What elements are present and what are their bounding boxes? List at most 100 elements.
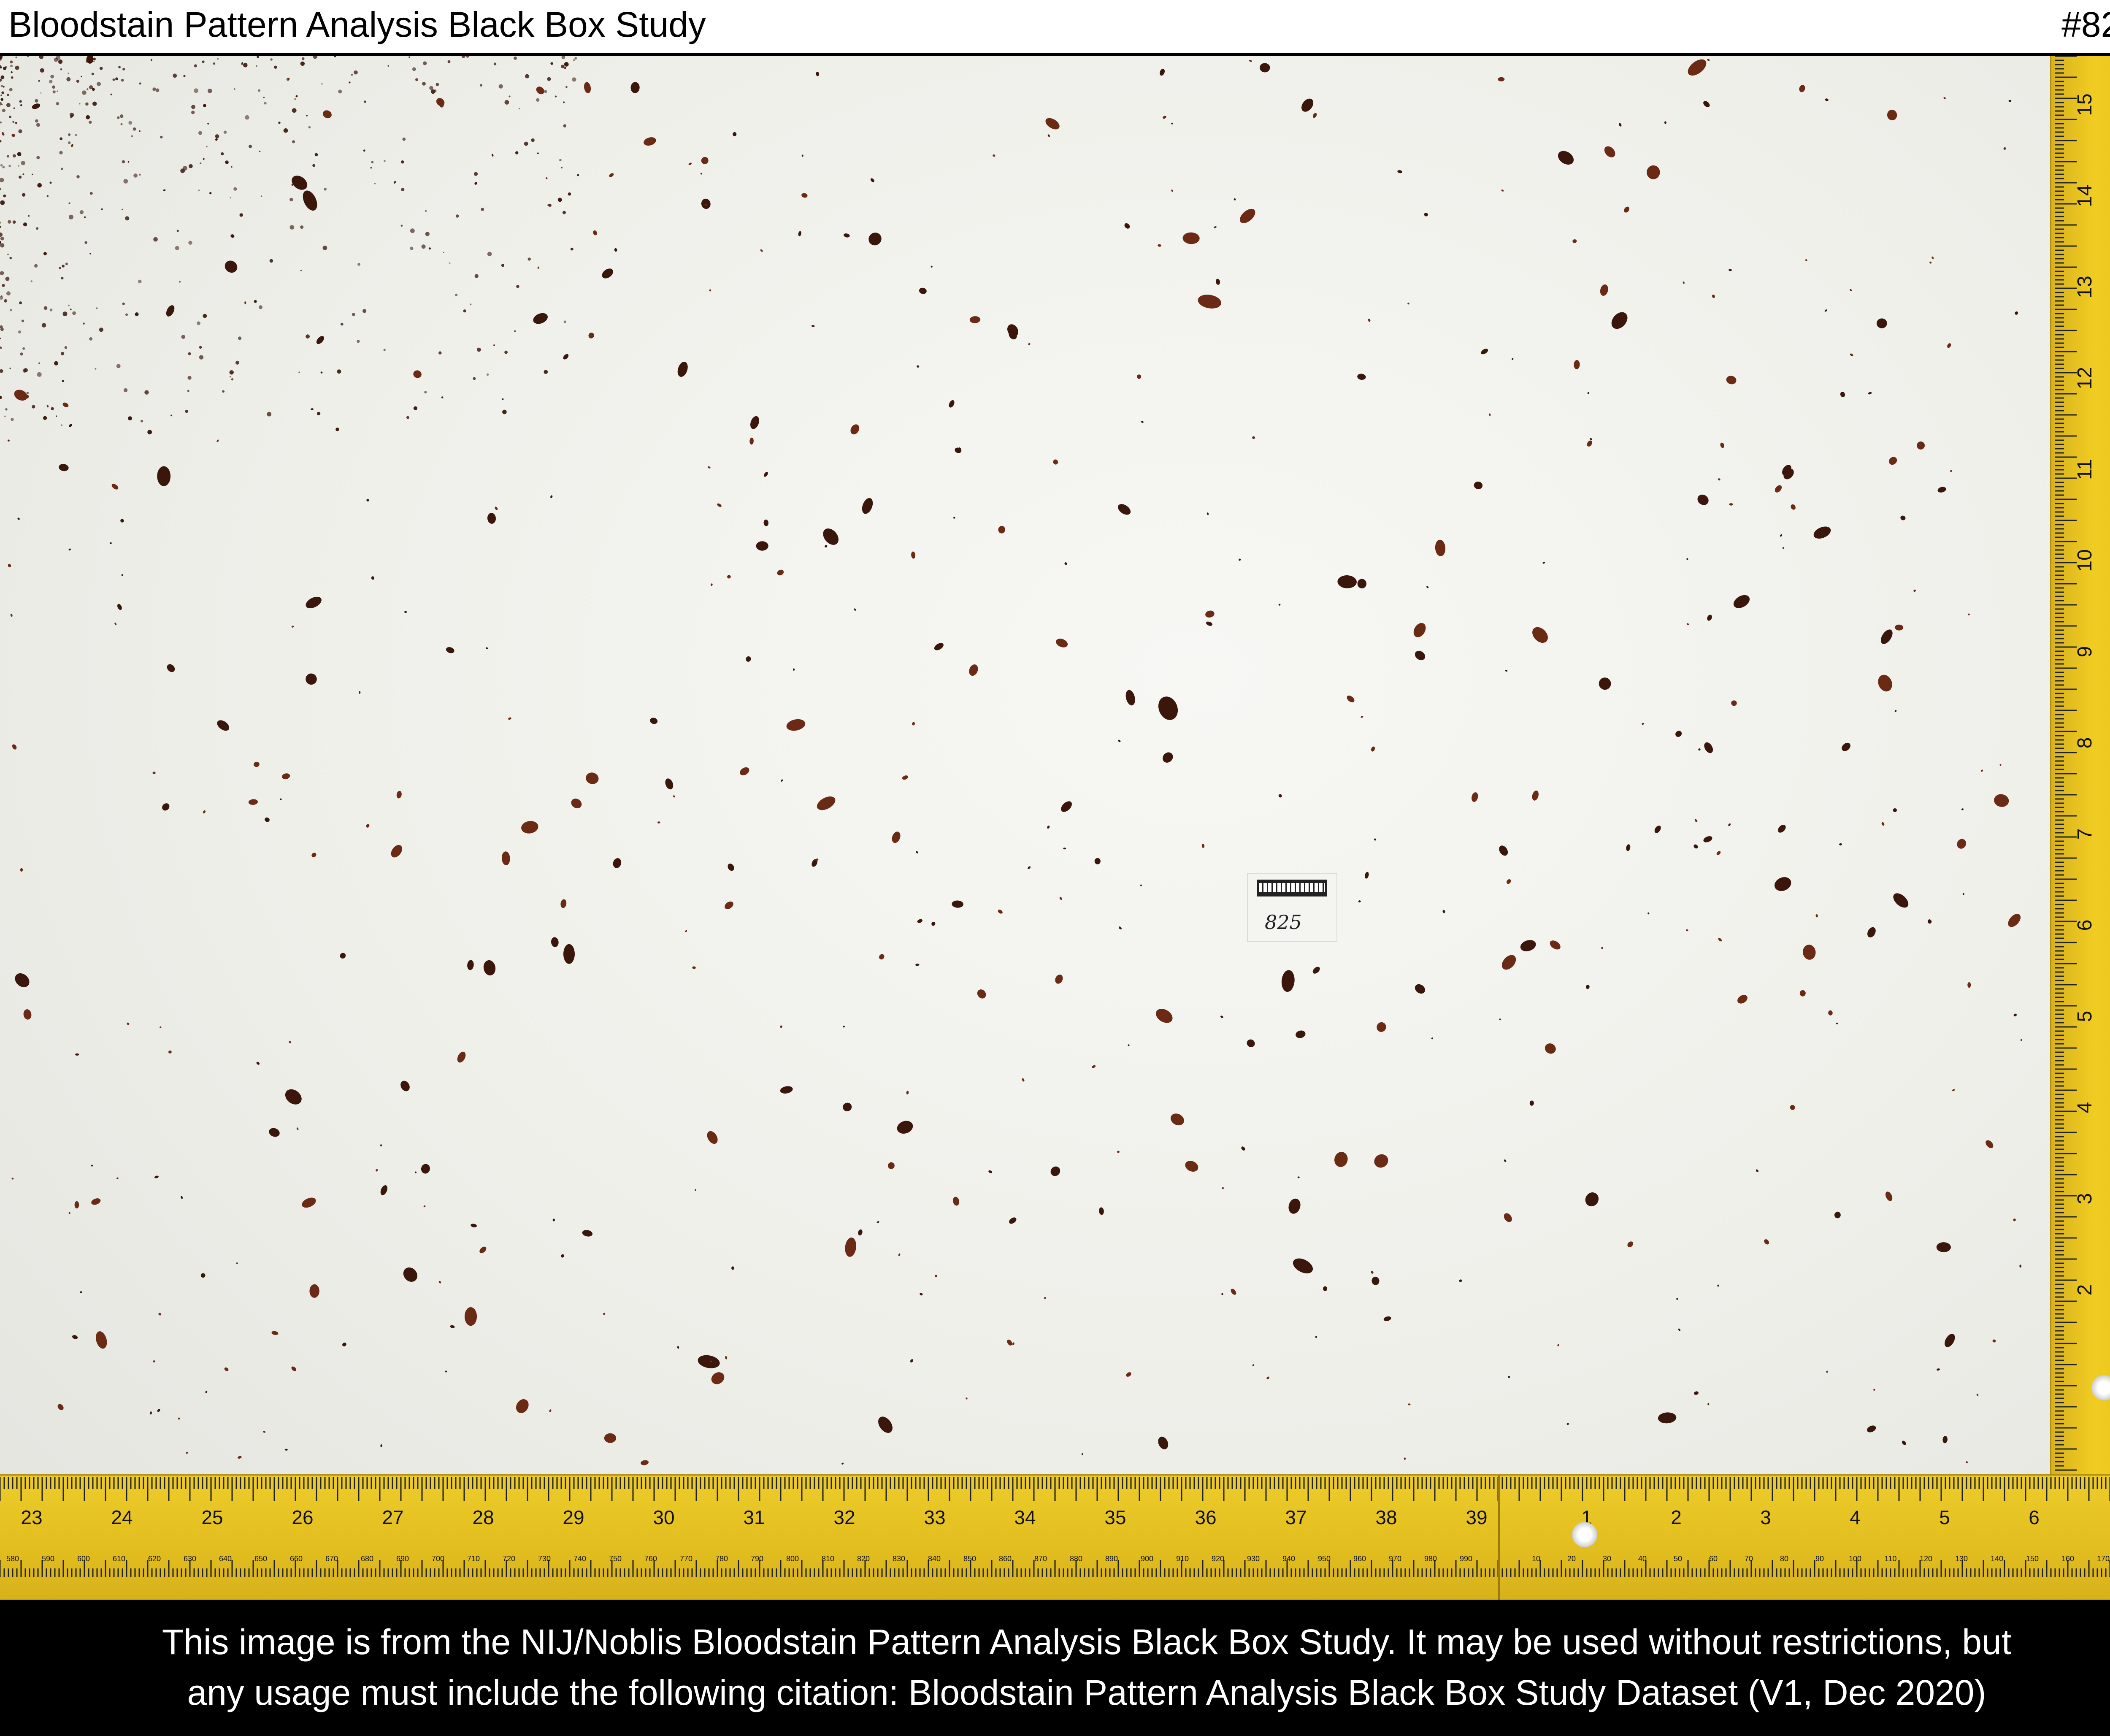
ruler-cm-label: 960 xyxy=(1353,1555,1366,1563)
ruler-cm-label: 600 xyxy=(77,1555,90,1563)
scale-card-label: 825 xyxy=(1265,911,1302,934)
ruler-cm-label: 710 xyxy=(467,1555,480,1563)
ruler-inch-label: 15 xyxy=(2074,93,2096,116)
ruler-cm-label: 130 xyxy=(1955,1555,1968,1563)
ruler-inch-label: 32 xyxy=(833,1506,855,1528)
ruler-inch-label: 28 xyxy=(472,1506,494,1528)
study-title: Bloodstain Pattern Analysis Black Box St… xyxy=(8,5,706,44)
ruler-cm-label: 60 xyxy=(1709,1555,1718,1563)
ruler-cm-label: 20 xyxy=(1567,1555,1576,1563)
ruler-cm-label: 110 xyxy=(1885,1555,1897,1563)
ruler-cm-label: 620 xyxy=(148,1555,161,1563)
ruler-cm-label: 950 xyxy=(1318,1555,1331,1563)
ruler-inch-label: 25 xyxy=(201,1506,223,1528)
ruler-cm-label: 70 xyxy=(1745,1555,1753,1563)
ruler-cm-label: 660 xyxy=(290,1555,303,1563)
ruler-cm-label: 640 xyxy=(219,1555,232,1563)
ruler-cm-label: 160 xyxy=(2061,1555,2074,1563)
ruler-inch-label: 29 xyxy=(563,1506,584,1528)
ruler-cm-label: 50 xyxy=(1674,1555,1682,1563)
scale-card: 825 xyxy=(1247,873,1337,942)
citation-line-1: This image is from the NIJ/Noblis Bloods… xyxy=(162,1622,2012,1662)
ruler-inch-label: 4 xyxy=(2074,1102,2096,1113)
ruler-cm-label: 750 xyxy=(609,1555,622,1563)
ruler-inch-label: 35 xyxy=(1104,1506,1126,1528)
ruler-inch-label: 6 xyxy=(2029,1506,2040,1528)
horizontal-ruler: 23 24 25 26 27 28 29 30 31 32 33 34 35 36 37 38 39 1 2 3 4 5 6… xyxy=(0,1474,2110,1600)
ruler-inch-label: 2 xyxy=(2074,1284,2096,1296)
ruler-cm-label: 800 xyxy=(786,1555,799,1563)
ruler-inch-label: 26 xyxy=(292,1506,313,1528)
ruler-inch-label: 2 xyxy=(1671,1506,1682,1528)
ruler-cm-label: 820 xyxy=(857,1555,870,1563)
ruler-cm-label: 980 xyxy=(1424,1555,1437,1563)
ruler-cm-label: 990 xyxy=(1460,1555,1472,1563)
ruler-cm-label: 840 xyxy=(928,1555,941,1563)
ruler-cm-label: 870 xyxy=(1034,1555,1047,1563)
vertical-ruler: 1514131211109876543239038037036035034033… xyxy=(2050,56,2110,1474)
ruler-inch-label: 34 xyxy=(1014,1506,1036,1528)
ruler-cm-label: 930 xyxy=(1247,1555,1260,1563)
ruler-joint xyxy=(1498,1476,1500,1600)
ruler-inch-label: 5 xyxy=(2074,1011,2096,1022)
ruler-inch-label: 3 xyxy=(1760,1506,1771,1528)
ruler-cm-label: 580 xyxy=(6,1555,19,1563)
ruler-cm-label: 650 xyxy=(254,1555,267,1563)
ruler-cm-label: 10 xyxy=(1532,1555,1540,1563)
ruler-inch-label: 39 xyxy=(1466,1506,1487,1528)
ruler-cm-label: 80 xyxy=(1780,1555,1788,1563)
ruler-cm-label: 810 xyxy=(822,1555,834,1563)
header-bar: Bloodstain Pattern Analysis Black Box St… xyxy=(0,0,2110,56)
ruler-inch-label: 12 xyxy=(2074,367,2096,389)
ruler-cm-label: 670 xyxy=(325,1555,338,1563)
scale-bar xyxy=(1257,880,1327,896)
ruler-cm-label: 120 xyxy=(1920,1555,1932,1563)
ruler-inch-label: 8 xyxy=(2074,737,2096,749)
ruler-cm-label: 910 xyxy=(1176,1555,1189,1563)
ruler-cm-label: 610 xyxy=(113,1555,125,1563)
ruler-inch-label: 9 xyxy=(2074,646,2096,658)
ruler-cm-label: 790 xyxy=(751,1555,763,1563)
ruler-inch-label: 14 xyxy=(2074,184,2096,207)
ruler-hole xyxy=(1572,1522,1597,1547)
ruler-cm-label: 940 xyxy=(1282,1555,1295,1563)
bloodstain-photo: 1514131211109876543239038037036035034033… xyxy=(0,56,2110,1600)
ruler-cm-label: 100 xyxy=(1849,1555,1861,1563)
ruler-inch-label: 31 xyxy=(743,1506,765,1528)
ruler-cm-label: 140 xyxy=(1991,1555,2003,1563)
image-id: #825B xyxy=(2061,5,2110,44)
ruler-inch-label: 36 xyxy=(1195,1506,1216,1528)
ruler-cm-label: 900 xyxy=(1141,1555,1153,1563)
ruler-cm-label: 780 xyxy=(715,1555,728,1563)
citation-line-2: any usage must include the following cit… xyxy=(187,1673,1986,1712)
ruler-inch-label: 11 xyxy=(2074,459,2096,480)
ruler-cm-label: 830 xyxy=(893,1555,905,1563)
ruler-cm-label: 700 xyxy=(432,1555,444,1563)
ruler-cm-label: 40 xyxy=(1638,1555,1647,1563)
ruler-inch-label: 23 xyxy=(21,1506,42,1528)
ruler-cm-label: 740 xyxy=(573,1555,586,1563)
ruler-cm-label: 850 xyxy=(963,1555,976,1563)
ruler-inch-label: 10 xyxy=(2074,549,2096,571)
ruler-cm-label: 690 xyxy=(396,1555,409,1563)
ruler-cm-label: 30 xyxy=(1603,1555,1611,1563)
citation-footer: This image is from the NIJ/Noblis Bloods… xyxy=(0,1600,2110,1736)
ruler-cm-label: 150 xyxy=(2026,1555,2039,1563)
ruler-inch-label: 7 xyxy=(2074,829,2096,840)
ruler-inch-label: 3 xyxy=(2074,1193,2096,1205)
ruler-cm-label: 170 xyxy=(2097,1555,2110,1563)
ruler-cm-label: 920 xyxy=(1212,1555,1224,1563)
ruler-cm-label: 760 xyxy=(644,1555,657,1563)
ruler-cm-label: 590 xyxy=(42,1555,54,1563)
ruler-inch-label: 24 xyxy=(111,1506,133,1528)
ruler-cm-label: 630 xyxy=(184,1555,196,1563)
ruler-cm-label: 720 xyxy=(503,1555,515,1563)
ruler-cm-label: 890 xyxy=(1105,1555,1118,1563)
ruler-inch-label: 27 xyxy=(382,1506,403,1528)
ruler-inch-label: 6 xyxy=(2074,920,2096,931)
ruler-cm-label: 970 xyxy=(1389,1555,1401,1563)
bloodstain-spatter xyxy=(0,56,2022,1465)
ruler-inch-label: 5 xyxy=(1939,1506,1950,1528)
ruler-inch-label: 30 xyxy=(653,1506,674,1528)
ruler-cm-label: 770 xyxy=(680,1555,693,1563)
